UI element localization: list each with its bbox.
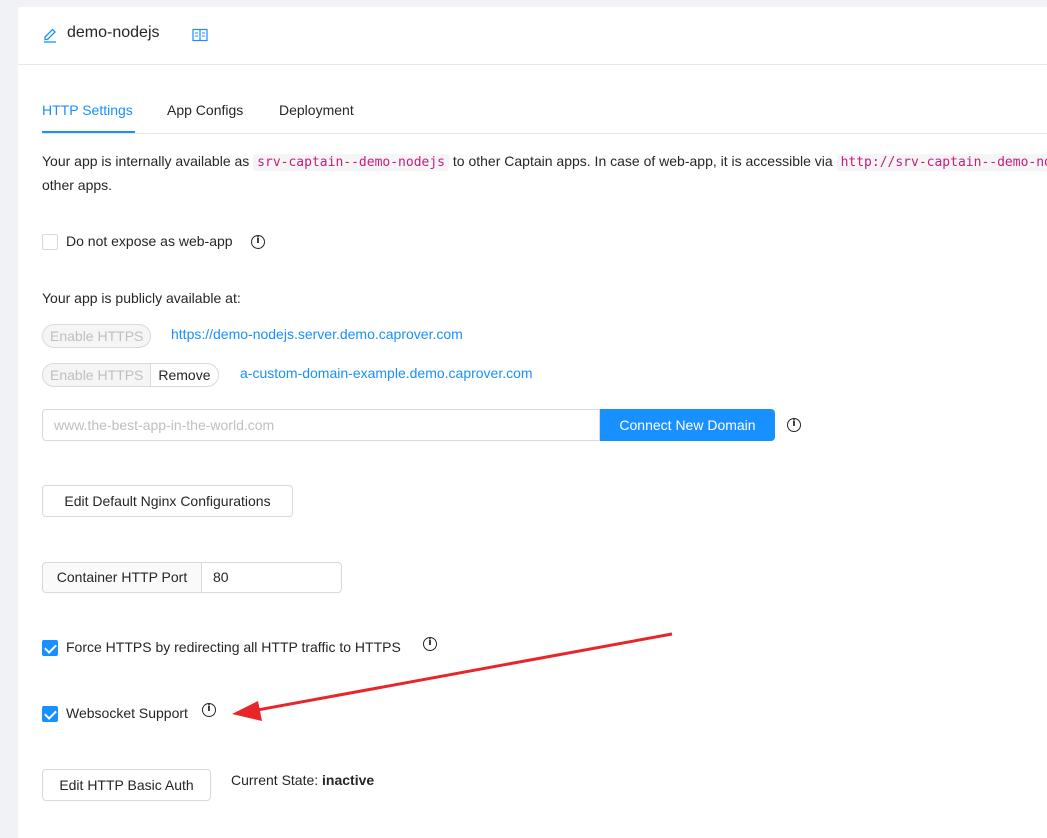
internal-url: http://srv-captain--demo-nodejs: [836, 154, 1047, 171]
force-https-checkbox[interactable]: [42, 640, 58, 656]
tab-deployment[interactable]: Deployment: [279, 102, 354, 118]
internal-address-text: Your app is internally available as srv-…: [42, 150, 1047, 197]
info-icon[interactable]: [202, 703, 216, 717]
no-expose-label: Do not expose as web-app: [66, 233, 233, 249]
enable-https-button[interactable]: Enable HTTPS: [42, 324, 152, 348]
basic-auth-state-value: inactive: [322, 772, 375, 788]
container-port-label: Container HTTP Port: [42, 562, 202, 593]
force-https-label: Force HTTPS by redirecting all HTTP traf…: [66, 639, 401, 655]
connect-new-domain-button[interactable]: Connect New Domain: [600, 409, 775, 441]
tab-app-configs[interactable]: App Configs: [167, 102, 243, 118]
default-domain-link[interactable]: https://demo-nodejs.server.demo.caprover…: [171, 326, 463, 342]
info-icon[interactable]: [251, 235, 265, 249]
custom-domain-link[interactable]: a-custom-domain-example.demo.caprover.co…: [240, 365, 533, 381]
edit-nginx-config-button[interactable]: Edit Default Nginx Configurations: [42, 485, 293, 517]
tab-bar: HTTP Settings App Configs Deployment: [42, 90, 1047, 134]
app-name-title: demo-nodejs: [67, 24, 160, 41]
new-domain-input[interactable]: www.the-best-app-in-the-world.com: [42, 409, 600, 441]
public-availability-title: Your app is publicly available at:: [42, 290, 241, 306]
edit-basic-auth-button[interactable]: Edit HTTP Basic Auth: [42, 769, 211, 801]
book-icon[interactable]: [192, 28, 208, 42]
enable-https-button[interactable]: Enable HTTPS: [42, 363, 152, 387]
custom-domain-buttons: Enable HTTPS Remove: [42, 363, 219, 387]
remove-domain-button[interactable]: Remove: [151, 363, 219, 387]
internal-service-name: srv-captain--demo-nodejs: [253, 154, 450, 171]
app-details-card: demo-nodejs HTTP Settings App Configs De…: [18, 7, 1047, 838]
container-port-input[interactable]: 80: [201, 562, 342, 593]
active-tab-indicator: [42, 131, 135, 133]
card-header: demo-nodejs: [18, 7, 1047, 65]
basic-auth-state: Current State: inactive: [231, 772, 375, 788]
websocket-checkbox[interactable]: [42, 706, 58, 722]
no-expose-checkbox[interactable]: [42, 234, 58, 250]
info-icon[interactable]: [423, 637, 437, 651]
pencil-icon[interactable]: [42, 27, 58, 43]
info-icon[interactable]: [787, 418, 801, 432]
tab-http-settings[interactable]: HTTP Settings: [42, 102, 133, 118]
websocket-label: Websocket Support: [66, 705, 188, 721]
